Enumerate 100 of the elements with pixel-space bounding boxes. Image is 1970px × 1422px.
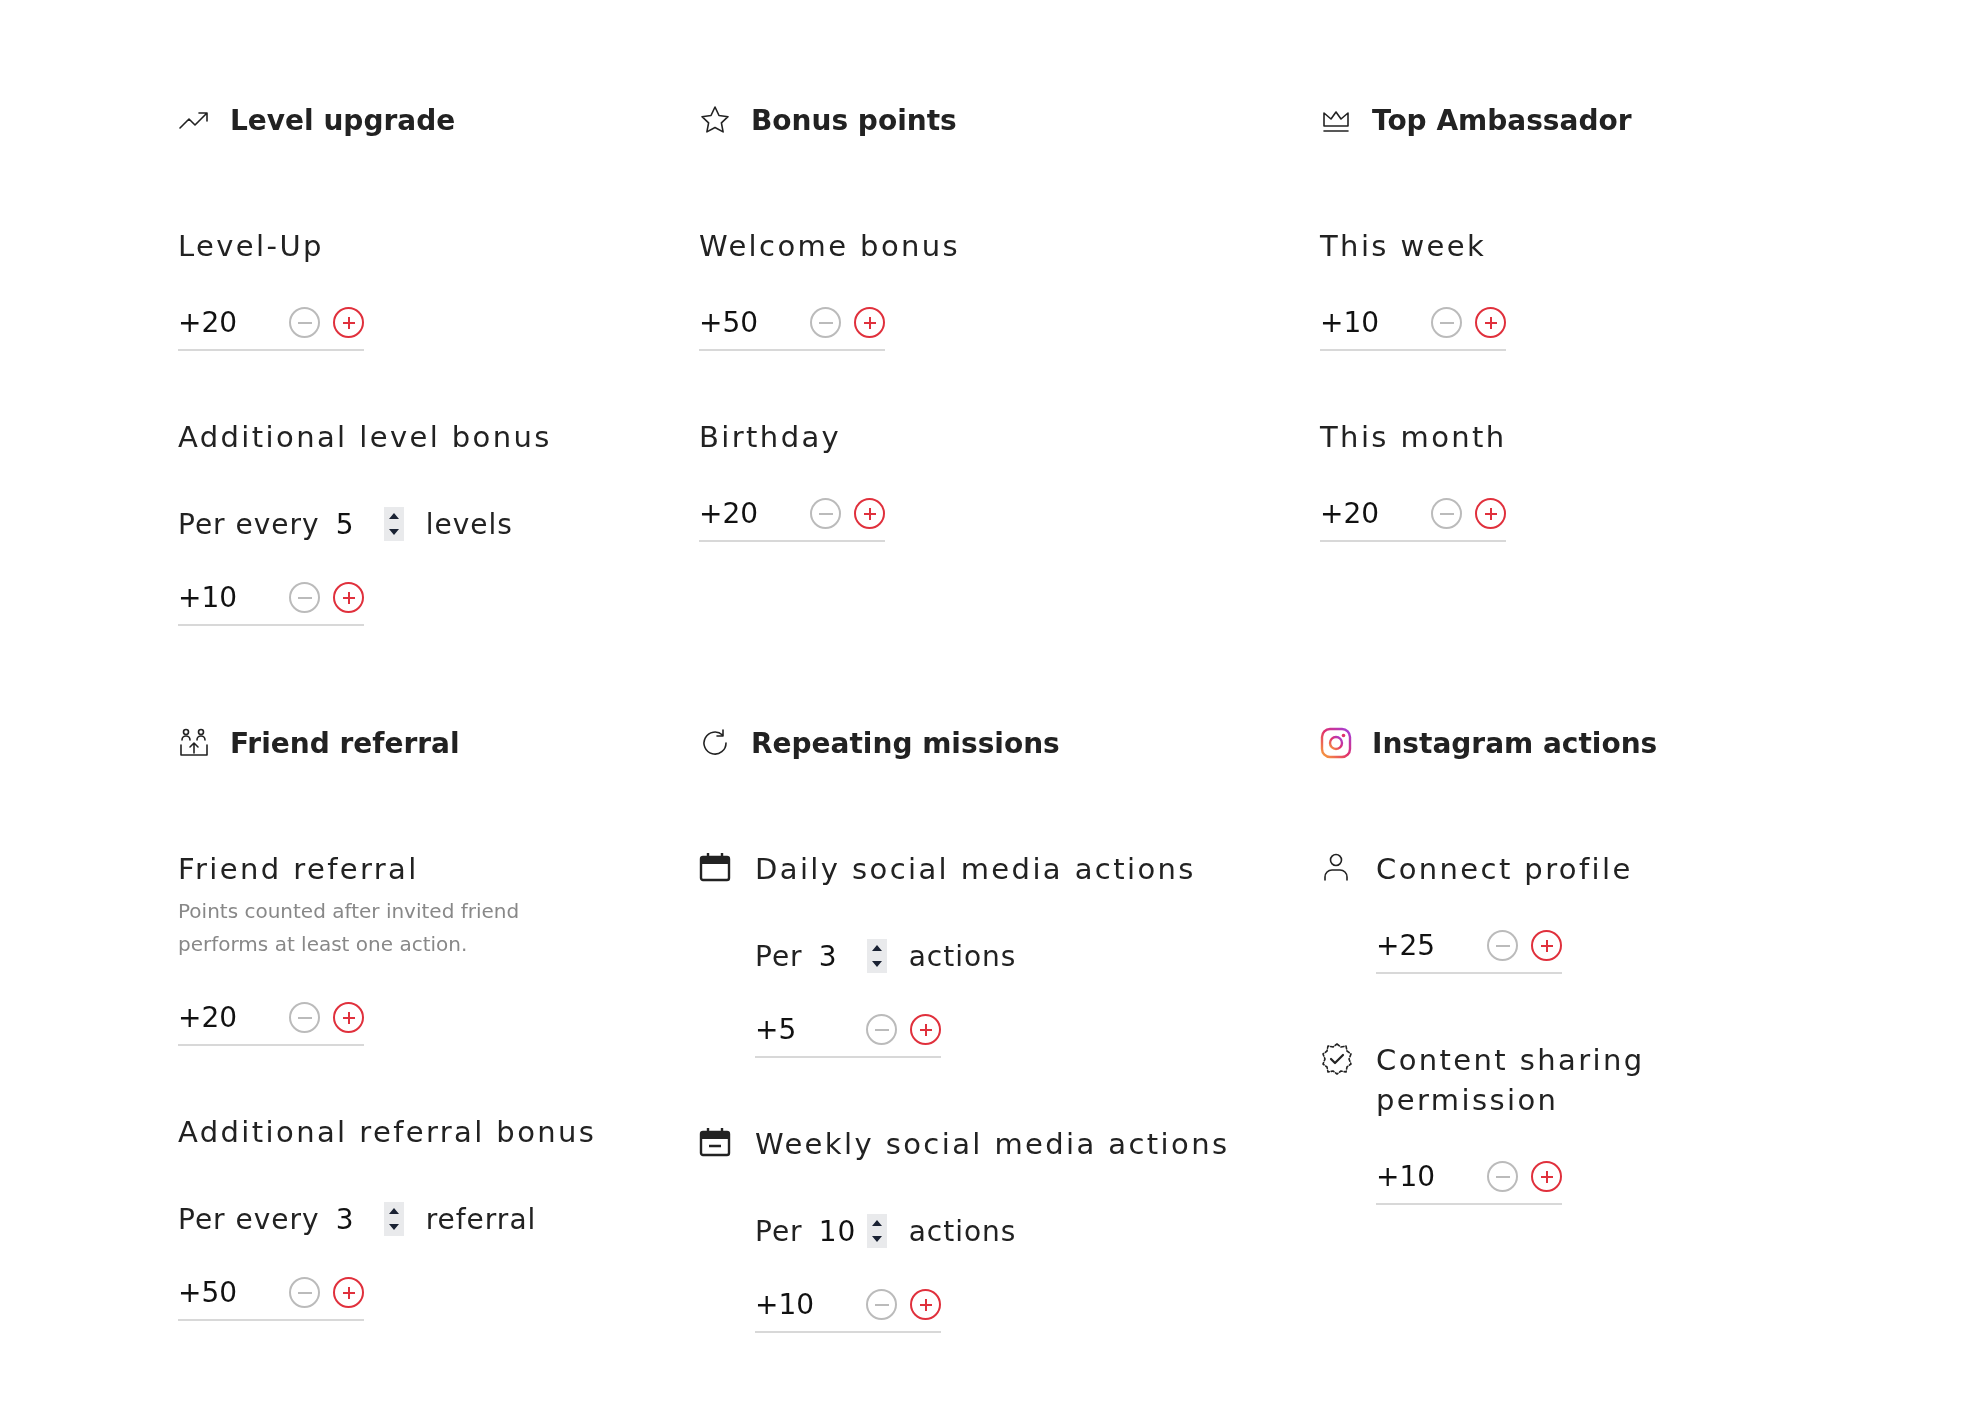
item-note: Points counted after invited friend performs at least one action. [178,898,521,958]
plus-icon [1538,937,1555,954]
item-label: Weekly social media actions [755,1126,1230,1163]
minus-icon [297,1016,312,1019]
per-label: Per [755,1214,803,1248]
points-value: +10 [755,1288,816,1321]
item-label: Daily social media actions [755,851,1196,888]
count-value: 10 [818,1214,858,1248]
points-field[interactable]: +20 [1320,497,1506,542]
plus-button[interactable] [1531,930,1562,961]
item-label: Additional referral bonus [178,1114,597,1151]
points-value: +20 [178,306,239,339]
count-value: 3 [335,1202,356,1236]
item-label: Welcome bonus [699,228,961,265]
minus-icon [818,512,833,515]
count-value: 3 [818,939,839,973]
section-title: Instagram actions [1372,726,1658,760]
plus-icon [340,589,357,606]
plus-button[interactable] [910,1014,941,1045]
spin-button[interactable] [383,1202,404,1236]
item-label: This week [1320,228,1488,265]
minus-icon [874,1303,889,1306]
points-field[interactable]: +50 [178,1276,364,1321]
section-title: Top Ambassador [1372,103,1632,137]
minus-icon [297,1291,312,1294]
per-label: Per [755,939,803,973]
points-field[interactable]: +20 [178,306,364,351]
points-value: +50 [178,1276,239,1309]
unit-label: actions [908,939,1017,973]
points-value: +10 [1376,1160,1437,1193]
points-field[interactable]: +10 [178,581,364,626]
unit-label: referral [425,1202,537,1236]
plus-button[interactable] [333,307,364,338]
plus-icon [1482,314,1499,331]
item-label: Content sharing permission [1376,1042,1646,1119]
points-value: +50 [699,306,760,339]
unit-label: actions [908,1214,1017,1248]
minus-icon [1495,944,1510,947]
item-label: Birthday [699,419,843,456]
check-badge-icon [1320,1042,1354,1076]
spin-button[interactable] [383,507,404,541]
points-field[interactable]: +20 [699,497,885,542]
plus-icon [1482,505,1499,522]
plus-icon [861,314,878,331]
item-label: Level-Up [178,228,325,265]
plus-icon [340,1009,357,1026]
item-label: Connect profile [1376,851,1633,888]
count-value: 5 [335,507,356,541]
per-label: Per every [178,1202,320,1236]
minus-icon [874,1028,889,1031]
points-value: +20 [178,1001,239,1034]
points-field[interactable]: +20 [178,1001,364,1046]
plus-icon [917,1021,934,1038]
points-value: +25 [1376,929,1437,962]
section-title: Bonus points [751,103,957,137]
plus-button[interactable] [1475,498,1506,529]
plus-button[interactable] [333,582,364,613]
points-field[interactable]: +25 [1376,929,1562,974]
people-icon [178,727,210,759]
plus-icon [917,1296,934,1313]
plus-button[interactable] [333,1002,364,1033]
spin-button[interactable] [866,939,887,973]
points-field[interactable]: +5 [755,1013,941,1058]
minus-icon [1495,1175,1510,1178]
points-field[interactable]: +10 [1320,306,1506,351]
points-value: +20 [1320,497,1381,530]
plus-button[interactable] [1475,307,1506,338]
points-value: +10 [178,581,239,614]
plus-icon [861,505,878,522]
plus-button[interactable] [854,307,885,338]
section-title: Repeating missions [751,726,1060,760]
plus-icon [340,314,357,331]
per-label: Per every [178,507,320,541]
plus-button[interactable] [910,1289,941,1320]
item-label: This month [1320,419,1507,456]
points-value: +20 [699,497,760,530]
points-field[interactable]: +10 [1376,1160,1562,1205]
minus-icon [818,321,833,324]
plus-icon [1538,1168,1555,1185]
item-label: Additional level bonus [178,419,552,456]
unit-label: levels [425,507,513,541]
minus-icon [1439,321,1454,324]
plus-button[interactable] [854,498,885,529]
minus-icon [297,596,312,599]
star-icon [699,104,731,136]
calendar-icon [699,851,731,883]
plus-icon [340,1284,357,1301]
minus-icon [297,321,312,324]
points-field[interactable]: +50 [699,306,885,351]
minus-icon [1439,512,1454,515]
item-label: Friend referral [178,851,420,888]
section-title: Friend referral [230,726,460,760]
points-value: +5 [755,1013,798,1046]
instagram-icon [1320,727,1352,759]
calendar-icon [699,1126,731,1158]
plus-button[interactable] [1531,1161,1562,1192]
section-title: Level upgrade [230,103,456,137]
points-field[interactable]: +10 [755,1288,941,1333]
spin-button[interactable] [866,1214,887,1248]
plus-button[interactable] [333,1277,364,1308]
